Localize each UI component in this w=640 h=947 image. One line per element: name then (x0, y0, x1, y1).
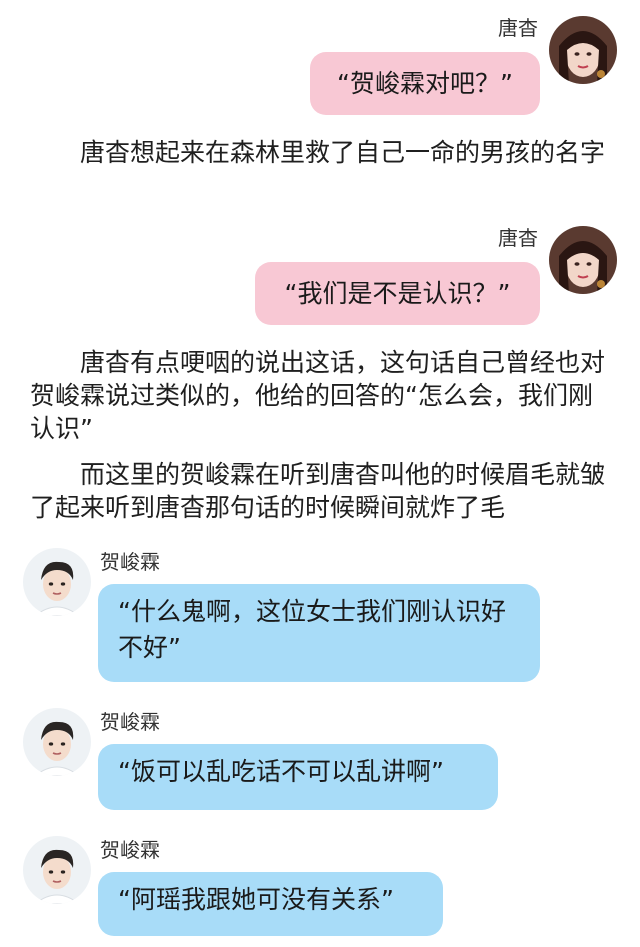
chat-bubble: “我们是不是认识？” (255, 262, 540, 325)
tangyao-avatar-icon[interactable] (549, 226, 617, 294)
sender-name: 贺峻霖 (100, 550, 160, 574)
hejunlin-avatar-icon[interactable] (23, 548, 91, 616)
chat-bubble: “贺峻霖对吧？” (310, 52, 540, 115)
sender-name: 贺峻霖 (100, 838, 160, 862)
narration-paragraph: 唐杳想起来在森林里救了自己一命的男孩的名字 (80, 138, 606, 167)
chat-bubble: “饭可以乱吃话不可以乱讲啊” (98, 744, 498, 810)
narration-paragraph: 唐杳有点哽咽的说出这话，这句话自己曾经也对贺峻霖说过类似的，他给的回答的“怎么会… (30, 348, 606, 443)
sender-name: 唐杳 (498, 226, 538, 250)
chat-bubble: “什么鬼啊，这位女士我们刚认识好不好” (98, 584, 540, 682)
narration-paragraph: 而这里的贺峻霖在听到唐杳叫他的时候眉毛就皱了起来听到唐杳那句话的时候瞬间就炸了毛 (30, 460, 606, 522)
chat-bubble: “阿瑶我跟她可没有关系” (98, 872, 443, 936)
hejunlin-avatar-icon[interactable] (23, 836, 91, 904)
sender-name: 唐杳 (498, 16, 538, 40)
sender-name: 贺峻霖 (100, 710, 160, 734)
tangyao-avatar-icon[interactable] (549, 16, 617, 84)
hejunlin-avatar-icon[interactable] (23, 708, 91, 776)
